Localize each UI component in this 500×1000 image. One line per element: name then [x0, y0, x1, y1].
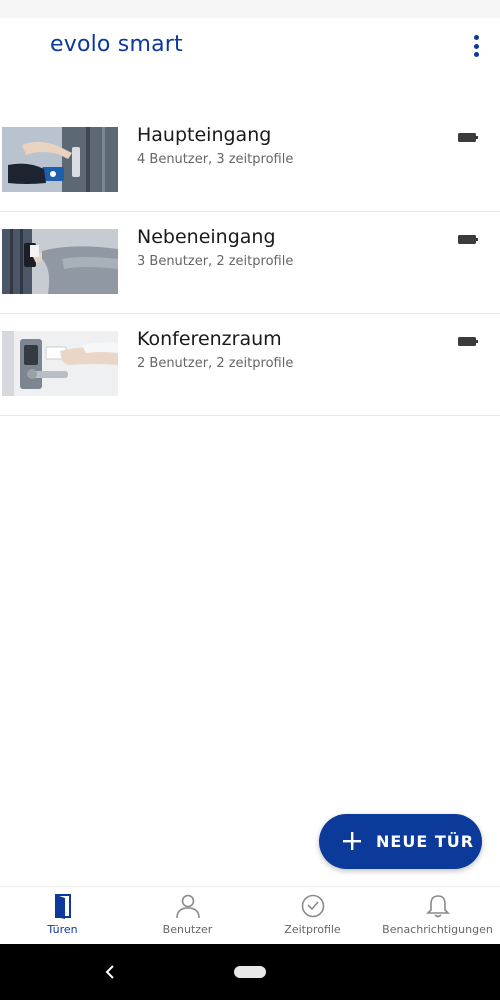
- battery-icon: [458, 337, 478, 346]
- battery-icon: [458, 133, 478, 142]
- clock-icon: [301, 894, 324, 918]
- door-name: Haupteingang: [137, 124, 272, 146]
- nav-item-benachrichtigungen[interactable]: Benachrichtigungen: [375, 887, 500, 944]
- card-reader-photo: [2, 229, 118, 294]
- door-icon: [54, 894, 71, 919]
- new-door-label: NEUE TÜR: [376, 832, 475, 851]
- nav-label: Türen: [47, 923, 78, 936]
- door-subtitle: 3 Benutzer, 2 zeitprofile: [137, 254, 294, 269]
- app-title: evolo smart: [50, 32, 183, 57]
- more-vert-icon[interactable]: [466, 32, 486, 60]
- nav-label: Benutzer: [162, 923, 213, 936]
- home-pill[interactable]: [234, 966, 266, 978]
- bell-icon: [425, 895, 450, 918]
- door-list-item[interactable]: Konferenzraum 2 Benutzer, 2 zeitprofile: [0, 314, 500, 416]
- door-subtitle: 4 Benutzer, 3 zeitprofile: [137, 152, 294, 167]
- system-navigation-bar: [0, 944, 500, 1000]
- door-list: Haupteingang 4 Benutzer, 3 zeitprofile N…: [0, 110, 500, 416]
- nav-label: Benachrichtigungen: [382, 923, 493, 936]
- user-icon: [175, 894, 200, 919]
- door-lever-card-photo: [2, 331, 118, 396]
- back-icon[interactable]: [100, 960, 120, 984]
- nav-item-benutzer[interactable]: Benutzer: [125, 887, 250, 944]
- app-bar: evolo smart: [0, 18, 500, 74]
- nav-item-tueren[interactable]: Türen: [0, 887, 125, 944]
- door-list-item[interactable]: Haupteingang 4 Benutzer, 3 zeitprofile: [0, 110, 500, 212]
- battery-icon: [458, 235, 478, 244]
- nav-item-zeitprofile[interactable]: Zeitprofile: [250, 887, 375, 944]
- door-subtitle: 2 Benutzer, 2 zeitprofile: [137, 356, 294, 371]
- status-bar: [0, 0, 500, 18]
- plus-icon: [343, 832, 361, 850]
- bottom-navigation: Türen Benutzer Zeitprofile Benachrichtig…: [0, 886, 500, 944]
- door-name: Nebeneingang: [137, 226, 276, 248]
- door-name: Konferenzraum: [137, 328, 282, 350]
- nav-label: Zeitprofile: [284, 923, 341, 936]
- door-handle-card-photo: [2, 127, 118, 192]
- door-list-item[interactable]: Nebeneingang 3 Benutzer, 2 zeitprofile: [0, 212, 500, 314]
- new-door-button[interactable]: NEUE TÜR: [319, 814, 482, 869]
